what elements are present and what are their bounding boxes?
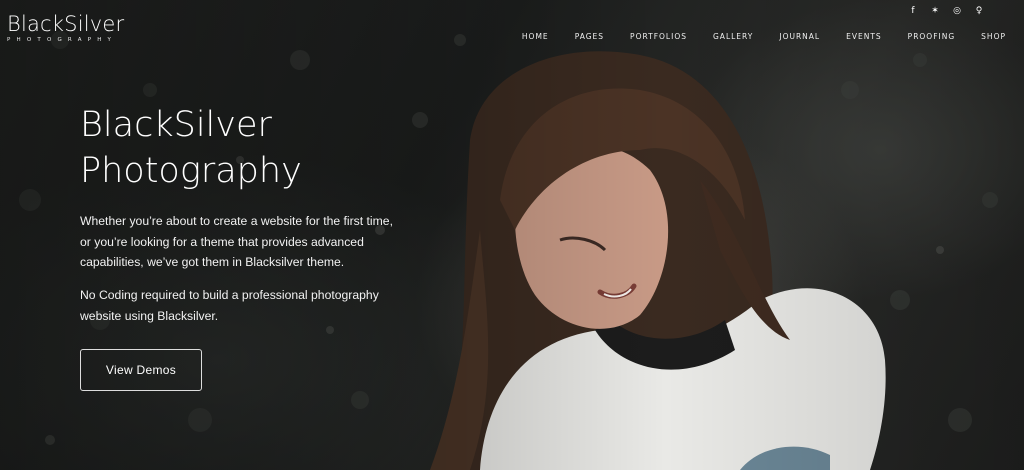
instagram-icon[interactable]: ◎ [946, 5, 968, 17]
twitter-icon[interactable]: ✶ [924, 5, 946, 17]
site-logo[interactable]: BlackSilver PHOTOGRAPHY [7, 12, 124, 44]
nav-item-events[interactable]: EVENTS [846, 32, 882, 41]
hero-title-line-2: Photography [80, 151, 302, 191]
nav-item-portfolios[interactable]: PORTFOLIOS [630, 32, 687, 41]
nav-item-proofing[interactable]: PROOFING [908, 32, 956, 41]
hero-title-line-1: BlackSilver [80, 105, 272, 145]
nav-item-gallery[interactable]: GALLERY [713, 32, 753, 41]
nav-item-pages[interactable]: PAGES [575, 32, 604, 41]
hero-intro-text: Whether you’re about to create a website… [80, 214, 393, 269]
snapchat-icon[interactable]: ♀ [968, 5, 990, 17]
hero-title: BlackSilver Photography [80, 102, 420, 194]
nav-item-journal[interactable]: JOURNAL [779, 32, 820, 41]
nav-item-home[interactable]: HOME [522, 32, 549, 41]
logo-wordmark: BlackSilver [7, 12, 125, 36]
facebook-icon[interactable]: f [902, 5, 924, 17]
main-nav: HOME PAGES PORTFOLIOS GALLERY JOURNAL EV… [522, 32, 1006, 41]
logo-tagline: PHOTOGRAPHY [7, 37, 118, 43]
social-links: f ✶ ◎ ♀ [902, 5, 990, 17]
hero-secondary-text: No Coding required to build a profession… [80, 288, 379, 323]
view-demos-button[interactable]: View Demos [80, 349, 202, 391]
nav-item-shop[interactable]: SHOP [981, 32, 1006, 41]
